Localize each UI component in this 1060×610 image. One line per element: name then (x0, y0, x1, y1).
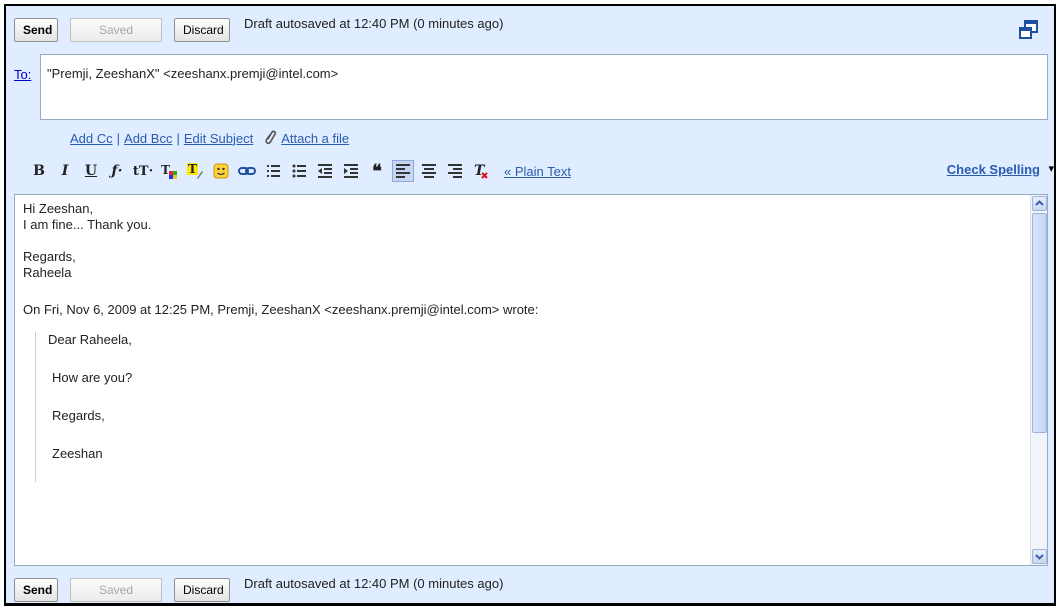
quote-icon[interactable]: ❝ (366, 160, 388, 182)
message-body-editor[interactable]: Hi Zeeshan, I am fine... Thank you. Rega… (14, 194, 1048, 566)
paperclip-icon (263, 129, 277, 148)
scroll-up-icon[interactable] (1032, 196, 1047, 211)
scroll-down-icon[interactable] (1032, 549, 1047, 564)
align-left-icon[interactable] (392, 160, 414, 182)
quoted-line: Zeeshan (52, 446, 103, 461)
remove-formatting-icon[interactable]: T (470, 160, 492, 182)
body-line: Raheela (23, 265, 72, 280)
body-line: Regards, (23, 249, 76, 264)
quoted-line: Dear Raheela, (48, 332, 132, 347)
body-line: Hi Zeeshan, (23, 201, 94, 216)
body-scrollbar[interactable] (1030, 195, 1047, 565)
compose-window: Send Saved Discard Draft autosaved at 12… (4, 4, 1056, 606)
quoted-message: Dear Raheela, How are you? Regards, Zees… (35, 332, 1023, 482)
quoted-line: How are you? (52, 370, 133, 385)
link-separator: | (176, 130, 180, 146)
to-label[interactable]: To: (14, 67, 31, 82)
body-line: I am fine... Thank you. (23, 217, 152, 232)
outdent-icon[interactable] (314, 160, 336, 182)
autosave-status: Draft autosaved at 12:40 PM (0 minutes a… (244, 16, 504, 31)
add-cc-link[interactable]: Add Cc (70, 131, 113, 146)
edit-subject-link[interactable]: Edit Subject (184, 131, 253, 146)
discard-button[interactable]: Discard (174, 578, 230, 602)
top-button-bar: Send Saved Discard Draft autosaved at 12… (14, 14, 503, 42)
link-separator: | (116, 130, 121, 146)
scrollbar-thumb[interactable] (1032, 213, 1047, 433)
link-icon[interactable] (236, 160, 258, 182)
svg-text:T: T (188, 162, 197, 176)
to-field[interactable]: "Premji, ZeeshanX" <zeeshanx.premji@inte… (40, 54, 1048, 120)
font-icon[interactable]: ƒ· (106, 160, 128, 182)
to-row: To: "Premji, ZeeshanX" <zeeshanx.premji@… (14, 54, 1048, 120)
autosave-status: Draft autosaved at 12:40 PM (0 minutes a… (244, 576, 504, 591)
underline-icon[interactable]: U (80, 160, 102, 182)
font-size-icon[interactable]: tT· (132, 160, 154, 182)
highlight-icon[interactable]: T (184, 160, 206, 182)
add-bcc-link[interactable]: Add Bcc (124, 131, 172, 146)
indent-icon[interactable] (340, 160, 362, 182)
attach-file-link[interactable]: Attach a file (281, 131, 349, 146)
saved-button[interactable]: Saved (70, 18, 162, 42)
popout-icon[interactable] (1018, 19, 1040, 41)
svg-text:T: T (161, 163, 170, 177)
text-color-icon[interactable]: T (158, 160, 180, 182)
message-body-text[interactable]: Hi Zeeshan, I am fine... Thank you. Rega… (23, 201, 1023, 482)
bold-icon[interactable]: B (28, 160, 50, 182)
send-button[interactable]: Send (14, 18, 58, 42)
align-right-icon[interactable] (444, 160, 466, 182)
plain-text-link[interactable]: « Plain Text (504, 164, 571, 179)
italic-icon[interactable]: I (54, 160, 76, 182)
formatting-toolbar: B I U ƒ· tT· T T ❝ T « Plain Text Check … (28, 158, 1054, 184)
emoticon-icon[interactable] (210, 160, 232, 182)
saved-button[interactable]: Saved (70, 578, 162, 602)
numbered-list-icon[interactable] (262, 160, 284, 182)
bottom-button-bar: Send Saved Discard Draft autosaved at 12… (14, 574, 503, 602)
quote-header: On Fri, Nov 6, 2009 at 12:25 PM, Premji,… (23, 302, 539, 317)
check-spelling-dropdown-icon[interactable]: ▾ (1048, 162, 1054, 175)
quoted-line: Regards, (52, 408, 105, 423)
bulleted-list-icon[interactable] (288, 160, 310, 182)
send-button[interactable]: Send (14, 578, 58, 602)
discard-button[interactable]: Discard (174, 18, 230, 42)
compose-links: Add Cc | Add Bcc | Edit Subject Attach a… (70, 128, 349, 148)
align-center-icon[interactable] (418, 160, 440, 182)
check-spelling-link[interactable]: Check Spelling (947, 162, 1040, 177)
